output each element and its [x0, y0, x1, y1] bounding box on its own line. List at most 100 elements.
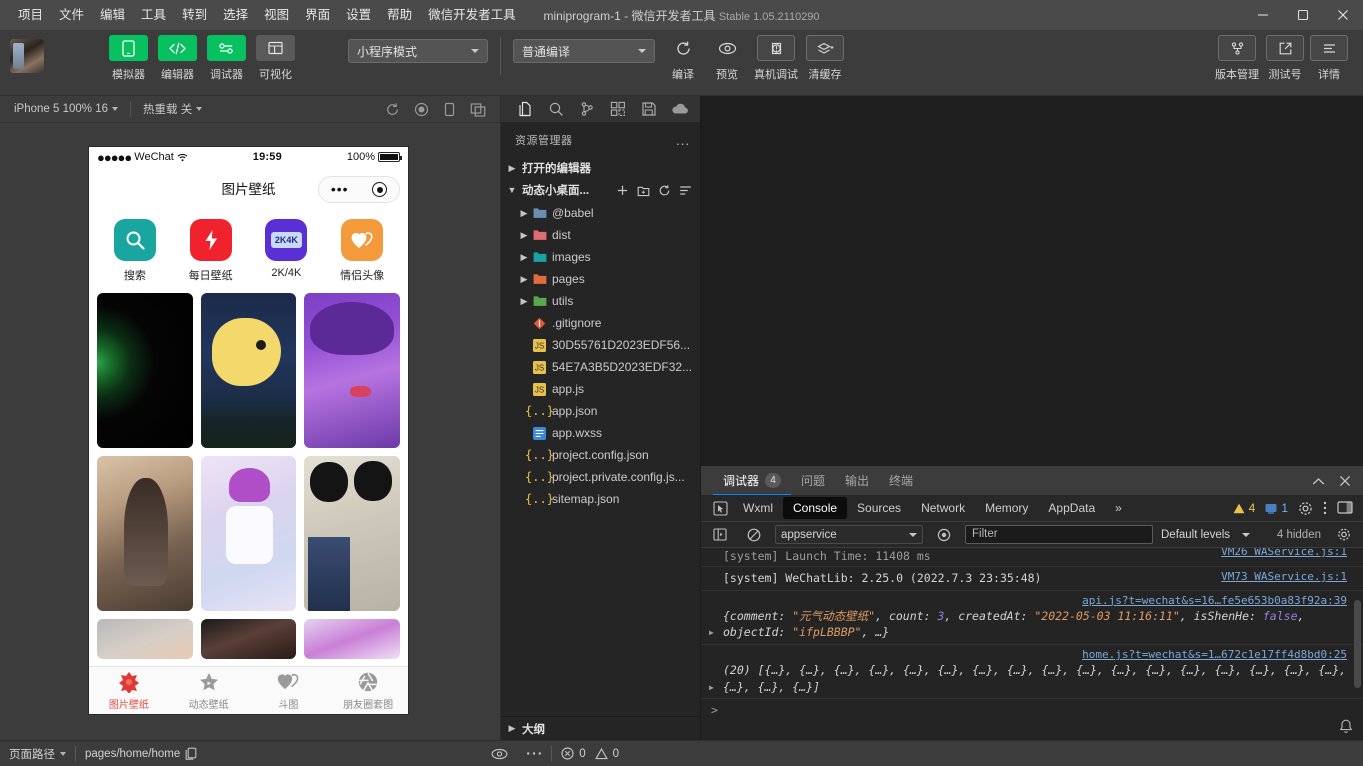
chevron-right-icon[interactable]: ▶ — [517, 208, 531, 219]
category-2k4k[interactable]: 2K4K 2K/4K — [256, 219, 316, 283]
console-log-row[interactable]: [system] Launch Time: 11408 ms VM26 WASe… — [701, 548, 1363, 567]
copy-icon[interactable] — [185, 747, 197, 760]
refresh-icon[interactable] — [385, 102, 400, 117]
wallpaper-tile[interactable] — [304, 456, 400, 611]
maximize-button[interactable] — [1283, 0, 1323, 30]
new-file-icon[interactable] — [616, 184, 629, 197]
tab-doutu[interactable]: 斗图 — [249, 667, 329, 714]
inspect-element-icon[interactable] — [707, 497, 733, 519]
subtab-overflow[interactable]: » — [1105, 497, 1132, 519]
tree-row-file[interactable]: {..} project.config.json — [501, 444, 700, 466]
menu-item-edit[interactable]: 编辑 — [92, 0, 133, 30]
files-icon[interactable] — [509, 97, 540, 121]
tree-row-folder[interactable]: ▶ utils — [501, 290, 700, 312]
tree-row-folder[interactable]: ▶ pages — [501, 268, 700, 290]
refresh-icon[interactable] — [658, 184, 671, 197]
wallpaper-tile[interactable] — [201, 619, 297, 659]
menu-item-tools[interactable]: 工具 — [133, 0, 174, 30]
console-log-source[interactable]: home.js?t=wechat&s=1…672c1e17ff4d8bd0:25 — [1082, 647, 1347, 663]
menu-item-settings[interactable]: 设置 — [338, 0, 379, 30]
tree-row-folder[interactable]: ▶ @babel — [501, 202, 700, 224]
console-scrollbar[interactable] — [1354, 600, 1361, 688]
debugger-toggle-button[interactable]: 调试器 — [202, 35, 251, 82]
menu-item-goto[interactable]: 转到 — [174, 0, 215, 30]
expand-arrow-icon[interactable]: ▶ — [709, 682, 714, 694]
tree-row-file[interactable]: {..} project.private.config.js... — [501, 466, 700, 488]
more-icon[interactable]: ... — [676, 133, 690, 148]
real-device-debug-button[interactable]: 真机调试 — [749, 35, 803, 82]
tree-row-file[interactable]: {..} app.json — [501, 400, 700, 422]
tree-row-folder[interactable]: ▶ dist — [501, 224, 700, 246]
gear-icon[interactable] — [1298, 501, 1313, 516]
console-context-select[interactable]: appservice — [775, 525, 923, 544]
console-log-row[interactable]: ▶ home.js?t=wechat&s=1…672c1e17ff4d8bd0:… — [701, 645, 1363, 699]
category-couple-avatar[interactable]: 情侣头像 — [332, 219, 392, 283]
category-daily-wallpaper[interactable]: 每日壁纸 — [181, 219, 241, 283]
menu-item-select[interactable]: 选择 — [215, 0, 256, 30]
hot-reload-select[interactable]: 热重载 关 — [137, 101, 208, 117]
more-vertical-icon[interactable] — [1323, 501, 1327, 515]
menu-item-project[interactable]: 项目 — [10, 0, 51, 30]
clear-console-icon[interactable] — [741, 524, 767, 546]
tab-live-wallpaper[interactable]: 动态壁纸 — [169, 667, 249, 714]
chevron-right-icon[interactable]: ▶ — [517, 230, 531, 241]
minimize-button[interactable] — [1243, 0, 1283, 30]
version-management-button[interactable]: 版本管理 — [1211, 35, 1263, 82]
live-expression-icon[interactable] — [931, 524, 957, 546]
wallpaper-tile[interactable] — [201, 456, 297, 611]
preview-button[interactable]: 预览 — [705, 35, 749, 82]
console-settings-gear-icon[interactable] — [1337, 524, 1363, 546]
dock-panel-icon[interactable] — [1337, 501, 1353, 515]
editor-toggle-button[interactable]: 编辑器 — [153, 35, 202, 82]
wallpaper-tile[interactable] — [304, 619, 400, 659]
tree-row-file[interactable]: JS 54E7A3B5D2023EDF32... — [501, 356, 700, 378]
tab-moments-set[interactable]: 朋友圈套图 — [328, 667, 408, 714]
screenshot-icon[interactable] — [470, 102, 486, 117]
tree-row-folder[interactable]: ▶ images — [501, 246, 700, 268]
subtab-network[interactable]: Network — [911, 497, 975, 519]
close-target-icon[interactable] — [372, 182, 387, 197]
menu-item-interface[interactable]: 界面 — [297, 0, 338, 30]
page-path-value[interactable]: pages/home/home — [76, 741, 206, 766]
source-control-icon[interactable] — [571, 97, 602, 121]
device-select[interactable]: iPhone 5 100% 16 — [8, 103, 124, 115]
console-prompt[interactable]: > — [701, 699, 1363, 721]
subtab-console[interactable]: Console — [783, 497, 847, 519]
wallpaper-tile[interactable] — [201, 293, 297, 448]
preview-toggle-icon-button[interactable] — [482, 741, 517, 766]
status-more-button[interactable] — [517, 741, 551, 766]
expand-arrow-icon[interactable]: ▶ — [709, 627, 714, 639]
section-outline[interactable]: ▶ 大纲 — [501, 716, 700, 740]
console-sidebar-toggle-icon[interactable] — [707, 524, 733, 546]
tab-problems[interactable]: 问题 — [791, 467, 835, 495]
console-output[interactable]: [system] Launch Time: 11408 ms VM26 WASe… — [701, 548, 1363, 740]
subtab-sources[interactable]: Sources — [847, 497, 911, 519]
tree-row-file[interactable]: JS app.js — [501, 378, 700, 400]
problems-counts[interactable]: 0 0 — [552, 741, 628, 766]
tab-debugger[interactable]: 调试器 4 — [713, 467, 791, 495]
tab-terminal[interactable]: 终端 — [879, 467, 923, 495]
wechat-capsule[interactable]: ••• — [318, 176, 400, 203]
wallpaper-tile[interactable] — [304, 293, 400, 448]
test-account-button[interactable]: 测试号 — [1263, 35, 1307, 82]
clear-cache-button[interactable]: 清缓存 — [803, 35, 847, 82]
section-project-root[interactable]: ▼ 动态小桌面... — [501, 179, 700, 201]
subtab-wxml[interactable]: Wxml — [733, 497, 783, 519]
tab-output[interactable]: 输出 — [835, 467, 879, 495]
tree-row-file[interactable]: {..} sitemap.json — [501, 488, 700, 510]
menu-item-help[interactable]: 帮助 — [379, 0, 420, 30]
mode-select[interactable]: 小程序模式 — [348, 39, 488, 63]
section-open-editors[interactable]: ▶ 打开的编辑器 — [501, 157, 700, 179]
collapse-all-icon[interactable] — [679, 184, 692, 197]
wallpaper-tile[interactable] — [97, 456, 193, 611]
rotate-icon[interactable] — [443, 102, 456, 117]
editor-area[interactable] — [701, 96, 1363, 466]
wallpaper-tile[interactable] — [97, 619, 193, 659]
console-log-row[interactable]: [system] WeChatLib: 2.25.0 (2022.7.3 23:… — [701, 567, 1363, 591]
save-icon[interactable] — [633, 97, 664, 121]
extensions-icon[interactable] — [602, 97, 633, 121]
cloud-icon[interactable] — [664, 97, 695, 121]
category-search[interactable]: 搜索 — [105, 219, 165, 283]
visualize-toggle-button[interactable]: 可视化 — [251, 35, 300, 82]
console-log-row[interactable]: ▶ api.js?t=wechat&s=16…fe5e653b0a83f92a:… — [701, 591, 1363, 645]
